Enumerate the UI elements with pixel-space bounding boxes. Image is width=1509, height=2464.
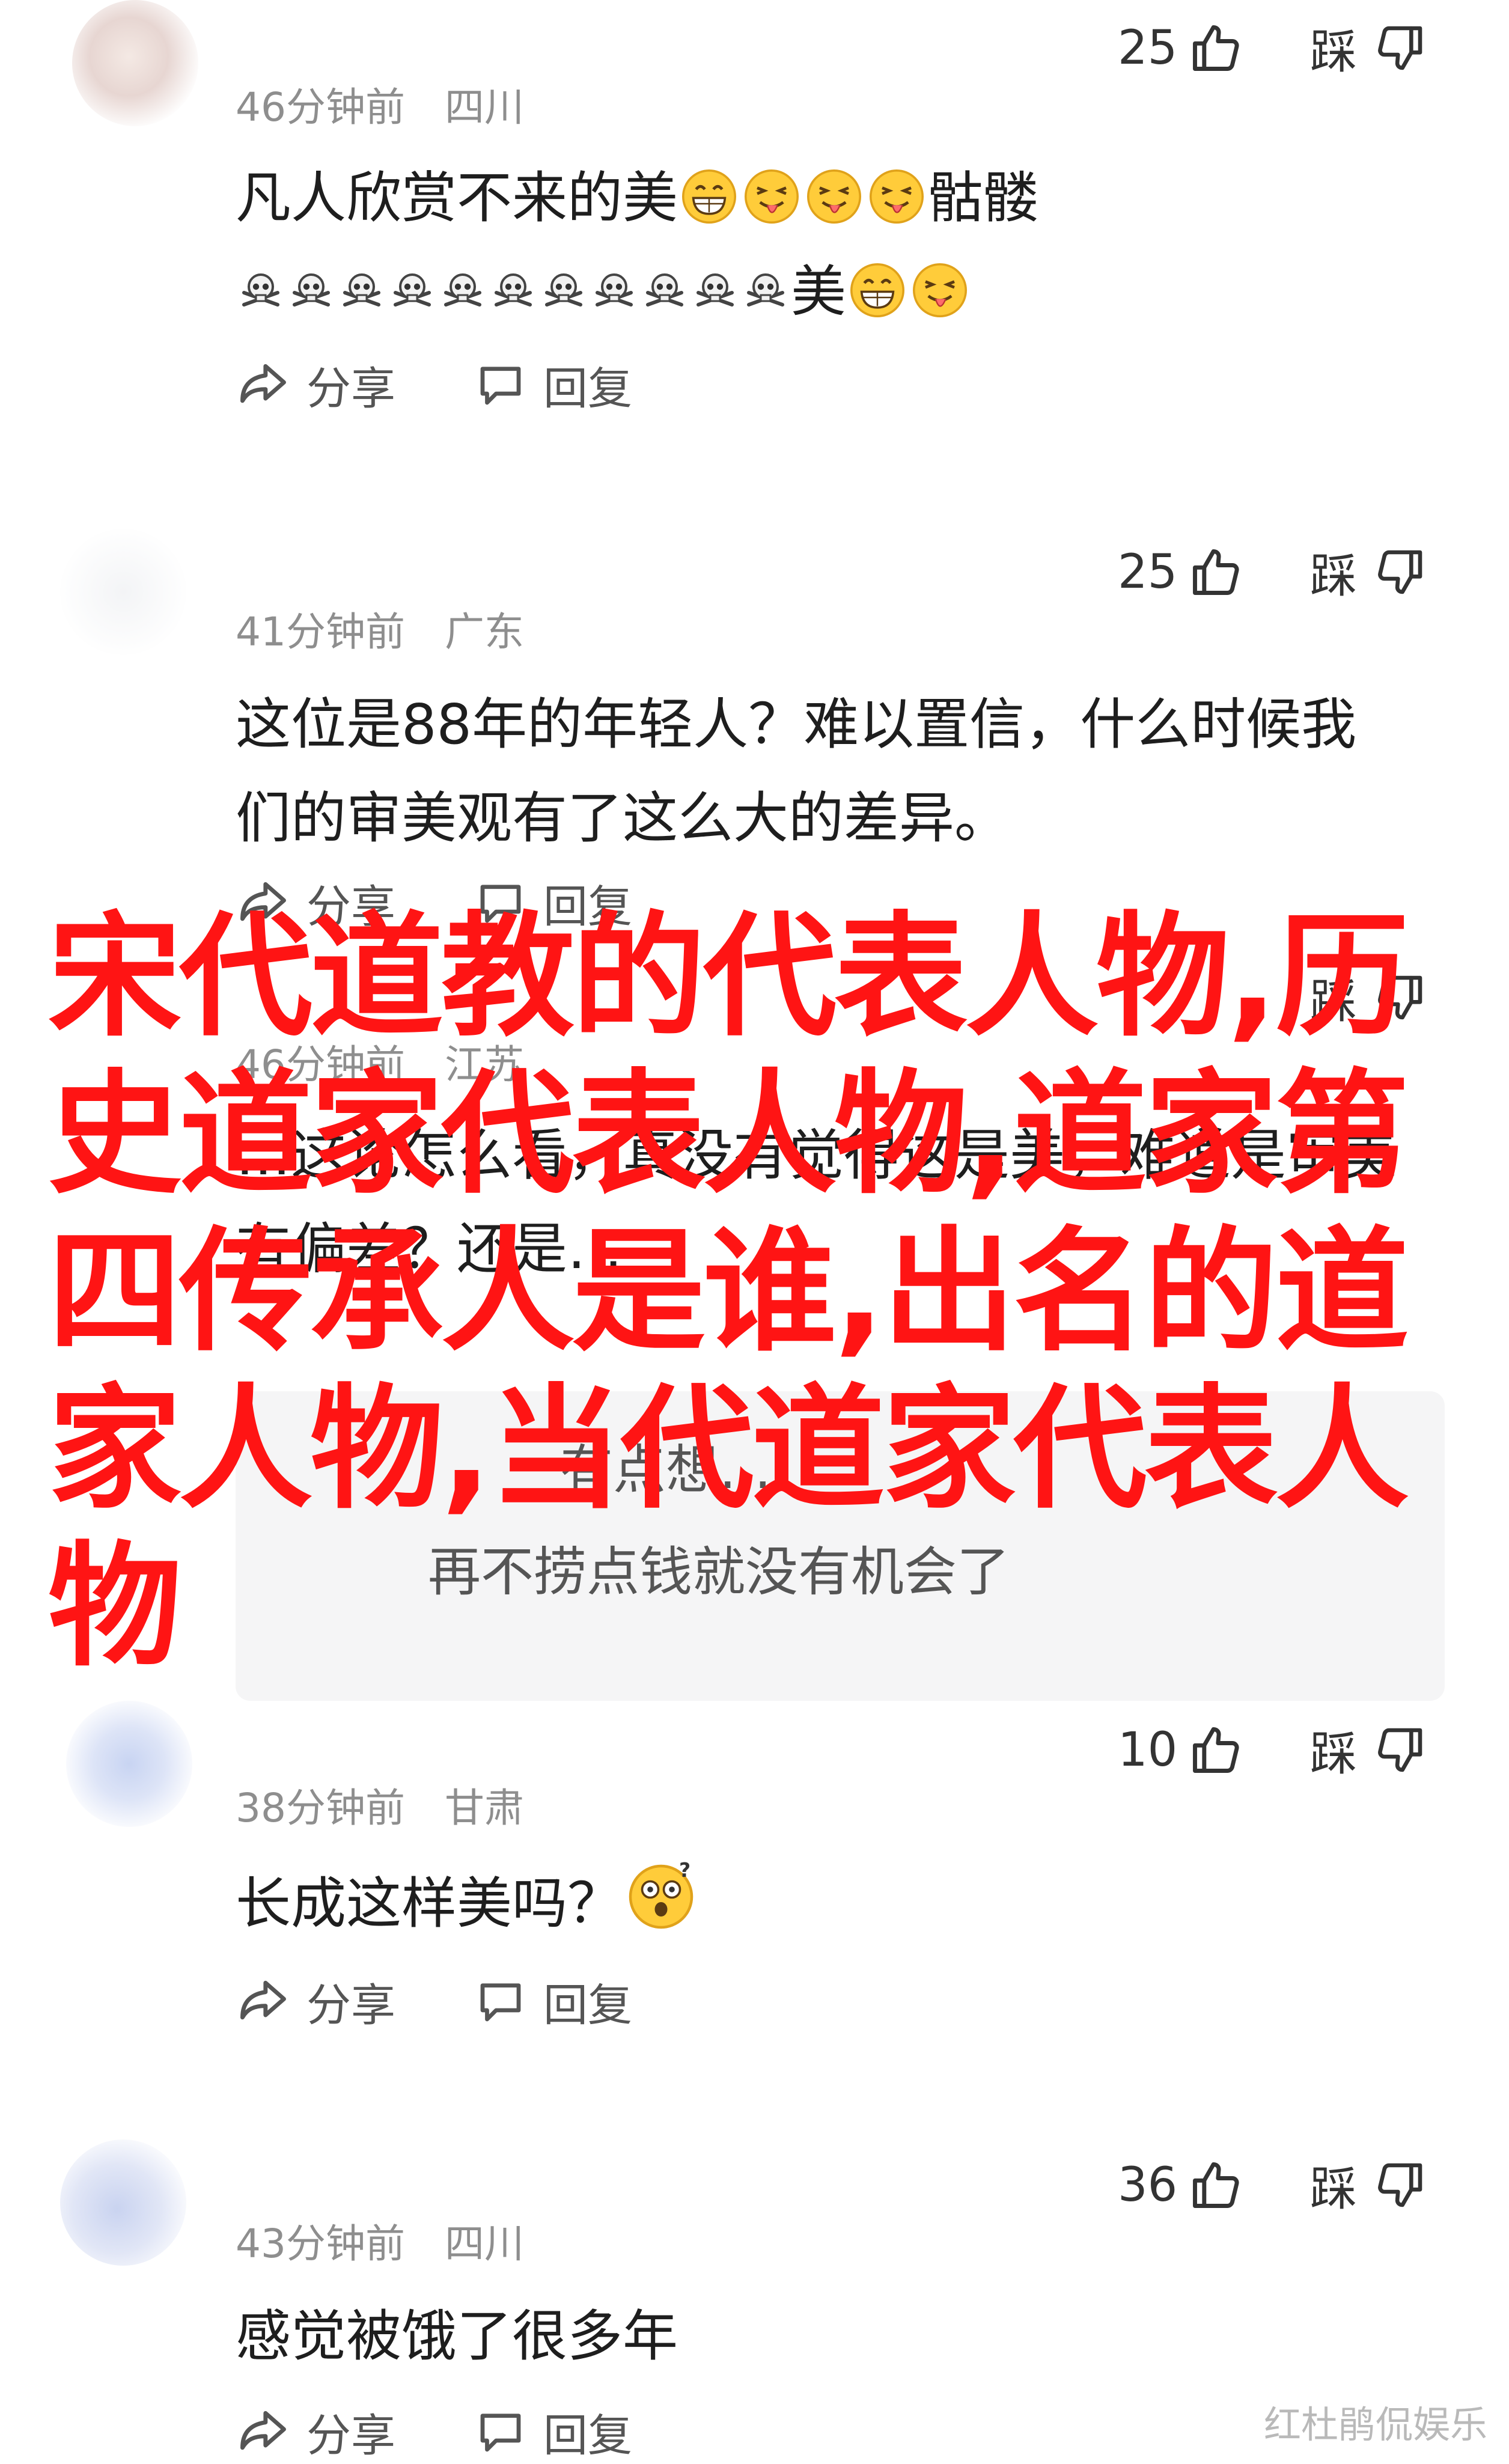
like-button[interactable]: 36: [1118, 2155, 1243, 2215]
skull-crossbones-icon: [646, 273, 683, 306]
like-count: 25: [1118, 545, 1178, 599]
comment-actions: 分享 回复: [236, 355, 632, 415]
reply-button[interactable]: 回复: [474, 353, 632, 417]
like-button[interactable]: 10: [1118, 1720, 1243, 1780]
comment-time: 41分钟前: [236, 609, 405, 655]
comment-location: 四川: [444, 84, 524, 130]
skull-crossbones-icon: [242, 273, 279, 306]
thumbs-down-icon: [1378, 1728, 1422, 1772]
comment-meta: 43分钟前 四川: [236, 2212, 524, 2269]
wink-tongue-emoji-icon: [870, 169, 924, 224]
dislike-label: 踩: [1310, 25, 1358, 79]
avatar[interactable]: [66, 1701, 192, 1827]
dislike-label: 踩: [1310, 1727, 1358, 1781]
skull-crossbones-icon: [293, 273, 330, 306]
share-icon: [240, 1980, 286, 2020]
comment-actions: 分享 回复: [236, 1971, 632, 2031]
share-button[interactable]: 分享: [236, 1969, 395, 2034]
reply-button[interactable]: 回复: [474, 1969, 632, 2034]
skull-crossbones-icon: [697, 273, 734, 306]
share-icon: [240, 364, 286, 403]
comment-text: 这位是88年的年轻人？难以置信，什么时候我 们的审美观有了这么大的差异。: [236, 692, 1357, 850]
comment-actions: 分享 回复: [236, 2401, 632, 2462]
skull-crossbones-icon: [394, 273, 431, 306]
shocked-emoji-icon: ?: [629, 1859, 694, 1929]
skull-crossbones-icon: [747, 273, 784, 306]
like-count: 10: [1118, 1723, 1178, 1777]
comment-location: 四川: [444, 2221, 524, 2267]
skull-crossbones-icon: [444, 273, 481, 306]
skull-crossbones-icon: [545, 273, 582, 306]
reply-icon: [480, 2414, 521, 2452]
dislike-button[interactable]: 踩: [1310, 1720, 1427, 1781]
comment-text: 凡人欣赏不来的美 骷髅 美: [236, 166, 1039, 324]
thumbs-up-icon: [1193, 25, 1239, 71]
wink-tongue-emoji-icon: [913, 263, 968, 317]
watermark: 红杜鹃侃娱乐: [1263, 2403, 1487, 2447]
thumbs-down-icon: [1378, 550, 1422, 594]
dislike-button[interactable]: 踩: [1310, 2155, 1427, 2216]
avatar[interactable]: [60, 529, 186, 655]
thumbs-down-icon: [1378, 2163, 1422, 2207]
like-count: 25: [1118, 21, 1178, 75]
thumbs-up-icon: [1193, 549, 1239, 595]
wink-tongue-emoji-icon: [745, 169, 799, 224]
thumbs-up-icon: [1193, 2162, 1239, 2208]
skull-crossbones-icon: [596, 273, 633, 306]
wink-tongue-emoji-icon: [807, 169, 862, 224]
thumbs-up-icon: [1193, 1727, 1239, 1773]
comment-meta: 38分钟前 甘肃: [236, 1776, 524, 1834]
comment-meta: 46分钟前 四川: [236, 75, 524, 133]
dislike-label: 踩: [1310, 549, 1358, 603]
grin-emoji-icon: [682, 169, 737, 224]
comment-meta: 41分钟前 广东: [236, 600, 524, 657]
like-button[interactable]: 25: [1118, 542, 1243, 602]
comment-text: 长成这样美吗？?: [236, 1857, 700, 1951]
svg-text:?: ?: [679, 1859, 690, 1882]
dislike-label: 踩: [1310, 2162, 1358, 2216]
comment-location: 广东: [444, 609, 524, 655]
reply-icon: [480, 1983, 521, 2022]
skull-row: [236, 260, 791, 324]
skull-crossbones-icon: [495, 273, 532, 306]
dislike-button[interactable]: 踩: [1310, 542, 1427, 603]
overlay-title: 宋代道教的代表人物,历史道家代表人物,道家第四传承人是谁,出名的道家人物,当代道…: [48, 900, 1409, 1685]
reply-button[interactable]: 回复: [474, 2400, 632, 2464]
comment-time: 43分钟前: [236, 2221, 405, 2267]
share-button[interactable]: 分享: [236, 353, 395, 417]
share-button[interactable]: 分享: [236, 2400, 395, 2464]
comment-text: 感觉被饿了很多年: [236, 2304, 678, 2368]
share-icon: [240, 2411, 286, 2450]
grin-emoji-icon: [850, 263, 905, 317]
comment-location: 甘肃: [444, 1785, 524, 1831]
comment-time: 38分钟前: [236, 1785, 405, 1831]
dislike-button[interactable]: 踩: [1310, 18, 1427, 79]
avatar[interactable]: [72, 0, 198, 126]
like-count: 36: [1118, 2158, 1178, 2212]
reply-icon: [480, 367, 521, 405]
avatar[interactable]: [60, 2139, 186, 2266]
thumbs-down-icon: [1378, 26, 1422, 70]
like-button[interactable]: 25: [1118, 18, 1243, 78]
comment-time: 46分钟前: [236, 84, 405, 130]
skull-crossbones-icon: [343, 273, 380, 306]
